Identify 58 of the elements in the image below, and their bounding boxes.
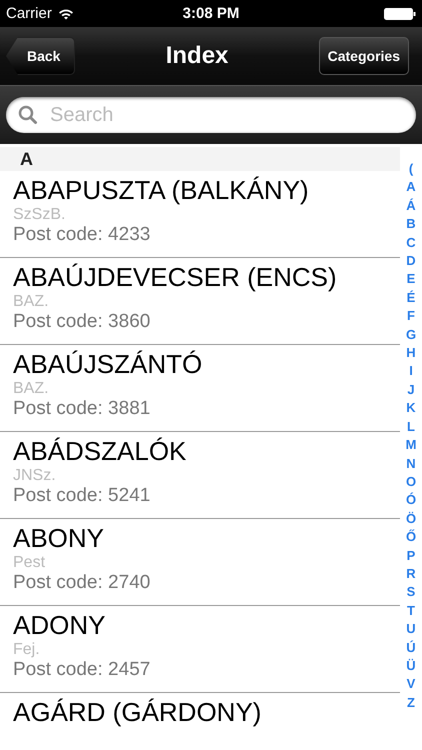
place-name[interactable]: ABAPUSZTA (BALKÁNY): [13, 175, 400, 206]
index-letter[interactable]: B: [406, 215, 416, 234]
battery-icon: [384, 8, 416, 20]
post-code: Post code: 3860: [13, 311, 152, 333]
post-code: Post code: 4233: [13, 224, 152, 246]
index-letter[interactable]: N: [406, 454, 416, 473]
index-letter[interactable]: I: [409, 362, 413, 381]
index-letter[interactable]: V: [406, 675, 416, 694]
index-letter[interactable]: E: [406, 270, 416, 289]
place-name[interactable]: ADONY: [13, 610, 400, 641]
post-code: Post code: 3881: [13, 398, 152, 420]
index-letter[interactable]: J: [407, 380, 415, 400]
index-letter[interactable]: Ő: [406, 528, 416, 547]
index-letter[interactable]: D: [406, 252, 416, 270]
index-letter[interactable]: R: [406, 564, 416, 584]
back-button[interactable]: Back: [6, 37, 76, 75]
index-letter[interactable]: U: [406, 620, 416, 639]
index-letter[interactable]: É: [406, 288, 416, 308]
index-letter[interactable]: K: [406, 399, 416, 418]
index-letter[interactable]: G: [406, 326, 416, 344]
index-letter[interactable]: C: [406, 234, 416, 252]
place-name[interactable]: ABAÚJSZÁNTÓ: [13, 349, 400, 380]
region-label: BAZ.: [13, 380, 50, 398]
index-letter[interactable]: F: [407, 307, 415, 326]
section-letter: A: [20, 148, 33, 170]
index-letter[interactable]: T: [407, 602, 415, 620]
place-name[interactable]: AGÁRD (GÁRDONY): [13, 697, 400, 728]
categories-button[interactable]: Categories: [318, 37, 409, 75]
index-letter[interactable]: S: [406, 583, 416, 602]
index-letter[interactable]: Á: [406, 196, 416, 216]
index-letter[interactable]: P: [406, 546, 416, 565]
region-label: JNSz.: [13, 467, 57, 485]
region-label: Fej.: [13, 641, 41, 659]
place-name[interactable]: ABÁDSZALÓK: [13, 436, 400, 467]
region-label: SzSzB.: [13, 206, 66, 224]
post-code: Post code: 2457: [13, 659, 152, 681]
screen-title: Index: [166, 42, 228, 70]
index-letter[interactable]: A: [406, 178, 416, 197]
index-letter[interactable]: Z: [407, 694, 415, 712]
index-letter[interactable]: Ó: [406, 491, 416, 510]
place-name[interactable]: ABAÚJDEVECSER (ENCS): [13, 262, 400, 293]
index-letter[interactable]: Ü: [406, 656, 416, 676]
post-code: Post code: 2740: [13, 572, 152, 594]
region-label: Pest: [13, 554, 46, 572]
index-letter[interactable]: O: [406, 472, 416, 492]
carrier-name: Carrier: [6, 5, 52, 22]
clock-time: 3:08 PM: [182, 5, 240, 22]
post-code: Post code: 5241: [13, 485, 152, 507]
wifi-icon: [58, 8, 74, 20]
index-letter[interactable]: L: [407, 418, 415, 436]
index-letter[interactable]: H: [406, 344, 416, 362]
search-field[interactable]: Search: [6, 97, 416, 133]
index-letter[interactable]: Ö: [406, 510, 416, 528]
index-letter[interactable]: M: [406, 436, 416, 454]
place-name[interactable]: ABONY: [13, 523, 400, 554]
index-letter[interactable]: (: [408, 160, 414, 178]
region-label: BAZ.: [13, 293, 50, 311]
index-letter[interactable]: Ú: [406, 638, 416, 657]
